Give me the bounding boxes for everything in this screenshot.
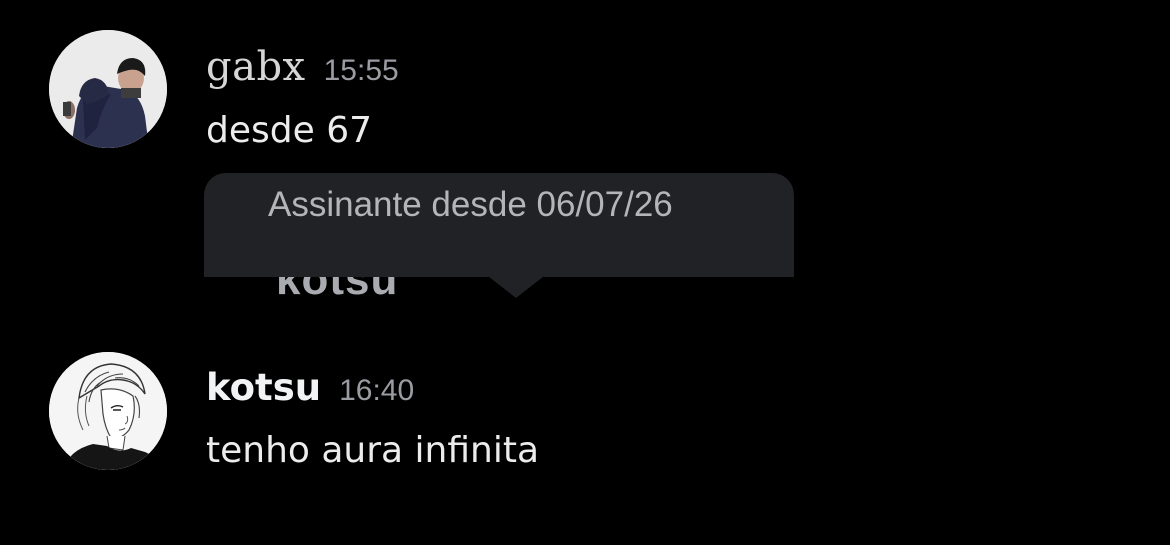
cut-username-clip: kotsu	[276, 277, 456, 297]
tooltip-text: Assinante desde 06/07/26	[268, 185, 673, 224]
timestamp: 16:40	[339, 374, 415, 407]
message-text: desde 67	[206, 110, 373, 151]
timestamp: 15:55	[323, 54, 399, 87]
message-gabx: gabx 15:55 desde 67	[0, 0, 1170, 160]
dark-photo-avatar-icon	[49, 30, 167, 148]
message-header: gabx 15:55	[206, 44, 399, 90]
tooltip-arrow	[484, 273, 548, 298]
username[interactable]: gabx	[206, 44, 306, 90]
username[interactable]: kotsu	[206, 366, 321, 409]
user-avatar-gabx[interactable]	[49, 30, 167, 148]
sketch-portrait-avatar-icon	[49, 352, 167, 470]
cut-username: kotsu	[276, 277, 398, 297]
tooltip: Assinante desde 06/07/26	[204, 173, 794, 277]
message-text: tenho aura infinita	[206, 430, 540, 471]
message-header: kotsu 16:40	[206, 366, 414, 409]
embedded-image[interactable]: Assinante desde 06/07/26 kotsu	[204, 173, 796, 303]
message-kotsu: kotsu 16:40 tenho aura infinita	[0, 340, 1170, 500]
user-avatar-kotsu[interactable]	[49, 352, 167, 470]
